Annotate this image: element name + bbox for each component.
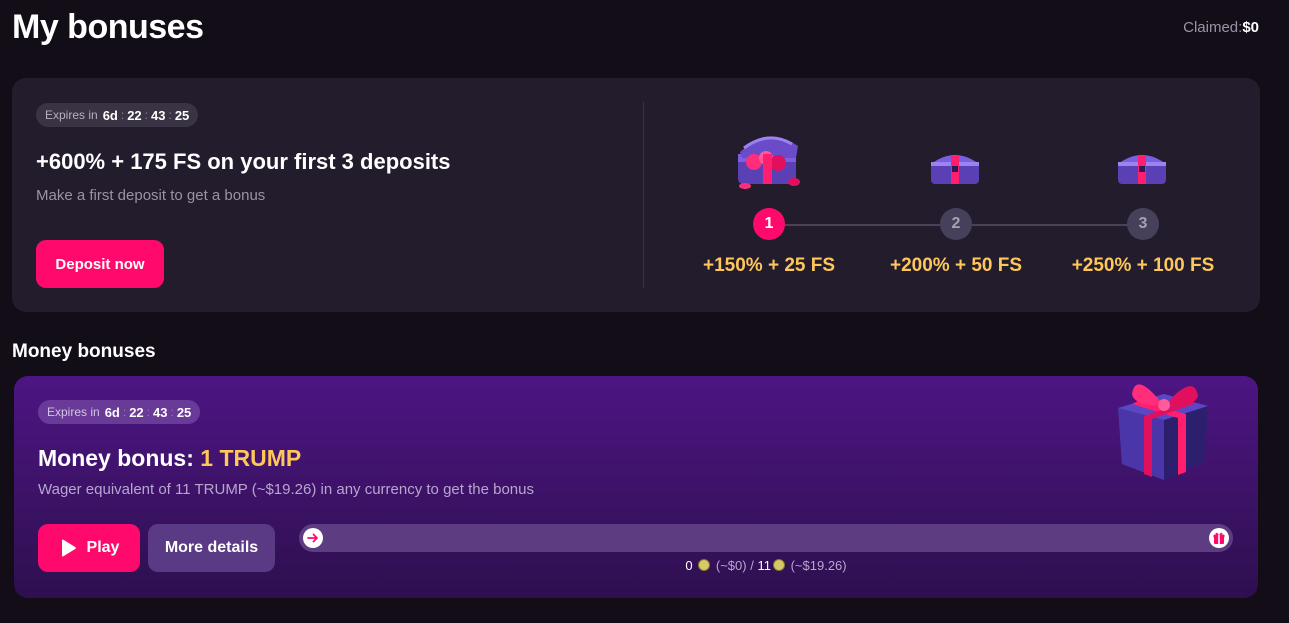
timer-label: Expires in bbox=[47, 405, 100, 419]
timer-days: 6d bbox=[102, 107, 118, 123]
treasure-chest-icon bbox=[931, 155, 979, 184]
step-2-indicator: 2 bbox=[940, 208, 972, 240]
step-3-indicator: 3 bbox=[1127, 208, 1159, 240]
gift-box-illustration bbox=[1118, 384, 1208, 480]
deposit-offer-title: +600% + 175 FS on your first 3 deposits bbox=[36, 149, 451, 174]
coin-icon bbox=[698, 559, 711, 571]
section-title-money-bonuses: Money bonuses bbox=[12, 341, 156, 362]
wager-target: 11 bbox=[757, 558, 771, 573]
timer-minutes: 43 bbox=[151, 107, 166, 123]
money-bonus-title-prefix: Money bonus: bbox=[38, 445, 194, 471]
timer-separator: : bbox=[146, 405, 151, 419]
money-bonus-card: Expires in 6d : 22 : 43 : 25 Money bonus… bbox=[14, 376, 1258, 598]
money-bonus-amount: 1 TRUMP bbox=[200, 445, 302, 471]
page-title: My bonuses bbox=[12, 8, 204, 46]
claimed-summary: Claimed:$0 bbox=[1183, 19, 1259, 36]
timer-days: 6d bbox=[104, 404, 120, 420]
wager-current-usd: (~$0) bbox=[715, 558, 747, 573]
wager-separator: / bbox=[750, 558, 754, 573]
play-button-label: Play bbox=[86, 539, 120, 556]
more-details-button[interactable]: More details bbox=[148, 524, 275, 572]
timer-separator: : bbox=[170, 405, 174, 419]
wager-current: 0 bbox=[685, 558, 693, 573]
timer-separator: : bbox=[168, 108, 172, 122]
deposit-offer-card: Expires in 6d : 22 : 43 : 25 +600% + 175… bbox=[12, 78, 1260, 312]
step-3-reward: +250% + 100 FS bbox=[1071, 255, 1215, 276]
step-1-reward: +150% + 25 FS bbox=[702, 255, 836, 276]
deposit-now-button[interactable]: Deposit now bbox=[36, 240, 164, 288]
expiry-timer: Expires in 6d : 22 : 43 : 25 bbox=[38, 400, 201, 424]
timer-label: Expires in bbox=[45, 108, 98, 122]
claimed-label: Claimed: bbox=[1183, 19, 1243, 36]
wager-target-usd: (~$19.26) bbox=[790, 558, 847, 573]
play-icon bbox=[61, 539, 76, 557]
timer-hours: 22 bbox=[129, 404, 144, 420]
step-2-reward: +200% + 50 FS bbox=[889, 255, 1023, 276]
wager-progress-bar bbox=[299, 524, 1233, 552]
claimed-value: $0 bbox=[1242, 19, 1259, 36]
timer-seconds: 25 bbox=[174, 107, 190, 123]
timer-separator: : bbox=[120, 108, 125, 122]
wager-progress-text: 0 (~$0) / 11 (~$19.26) bbox=[299, 558, 1233, 573]
timer-minutes: 43 bbox=[153, 404, 168, 420]
step-1-indicator: 1 bbox=[753, 208, 785, 240]
gift-icon bbox=[1209, 528, 1229, 548]
treasure-chest-open-icon bbox=[738, 136, 800, 189]
arrow-right-icon bbox=[303, 528, 323, 548]
play-button[interactable]: Play bbox=[38, 524, 140, 572]
money-bonus-subtitle: Wager equivalent of 11 TRUMP (~$19.26) i… bbox=[38, 481, 534, 498]
money-bonus-title: Money bonus: 1 TRUMP bbox=[38, 445, 301, 472]
deposit-offer-subtitle: Make a first deposit to get a bonus bbox=[36, 187, 266, 204]
card-divider bbox=[643, 102, 644, 288]
treasure-chest-icon bbox=[1118, 155, 1166, 184]
timer-separator: : bbox=[144, 108, 149, 122]
timer-separator: : bbox=[122, 405, 127, 419]
timer-hours: 22 bbox=[127, 107, 142, 123]
coin-icon bbox=[772, 559, 785, 571]
expiry-timer: Expires in 6d : 22 : 43 : 25 bbox=[36, 103, 199, 127]
timer-seconds: 25 bbox=[176, 404, 192, 420]
